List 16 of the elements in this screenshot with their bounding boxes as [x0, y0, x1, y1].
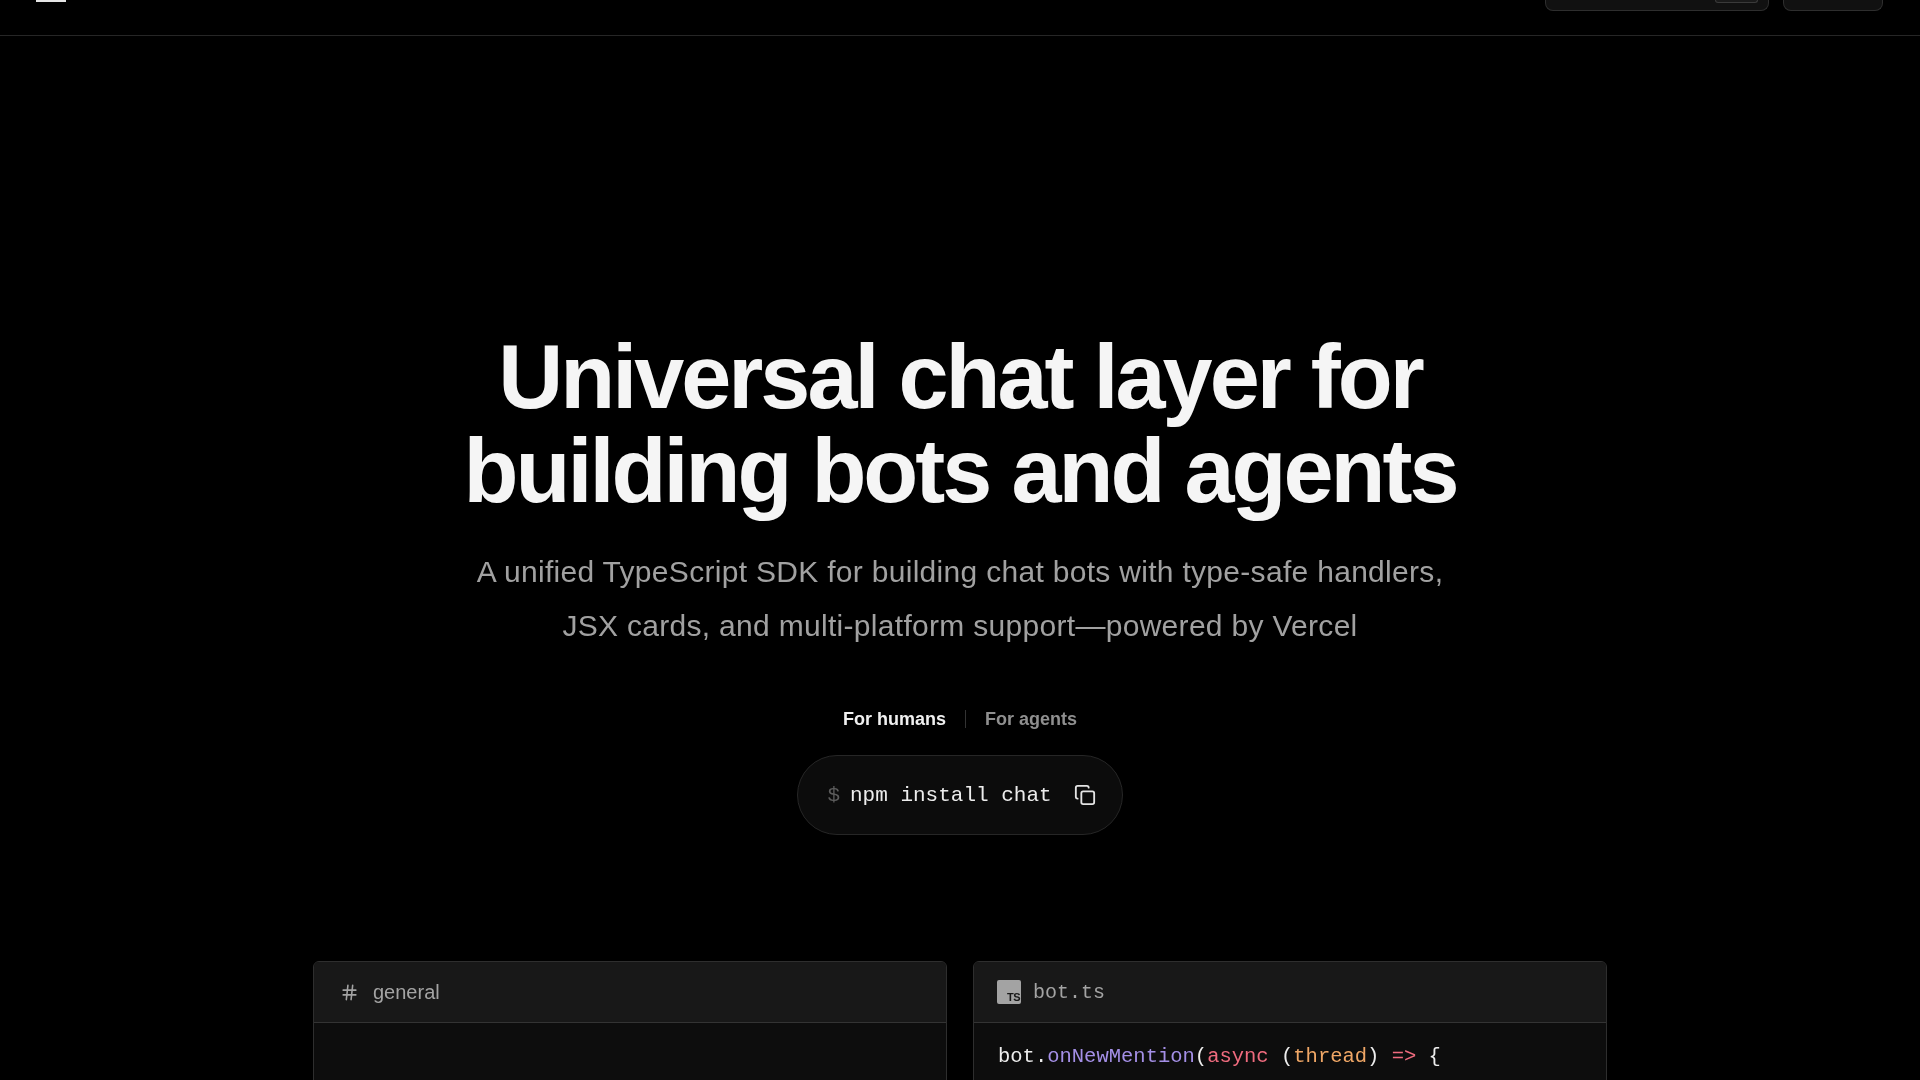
copy-icon — [1073, 784, 1096, 806]
search-field[interactable] — [1545, 0, 1769, 11]
hash-icon — [340, 982, 359, 1002]
nav-button[interactable] — [1783, 0, 1883, 11]
file-name: bot.ts — [1033, 980, 1105, 1004]
file-type-badge: TS — [997, 980, 1021, 1004]
hero-subtitle: A unified TypeScript SDK for building chat bots with type-safe handlers, JSX cards, and multi-platform support—powered by Vercel — [475, 554, 1445, 644]
prompt-symbol: $ — [827, 783, 840, 807]
code-line: bot.onNewMention(async (thread) => { — [998, 1044, 1442, 1070]
audience-tab[interactable]: For agents — [985, 707, 1077, 731]
install-command: npm install chat — [850, 783, 1052, 807]
hero-title: Universal chat layer for building bots and agents — [462, 330, 1458, 523]
copy-button[interactable] — [1073, 784, 1096, 806]
channel-name: general — [373, 980, 440, 1004]
audience-tab[interactable]: For humans — [843, 707, 946, 731]
shortcut-key-hint — [1715, 0, 1758, 3]
